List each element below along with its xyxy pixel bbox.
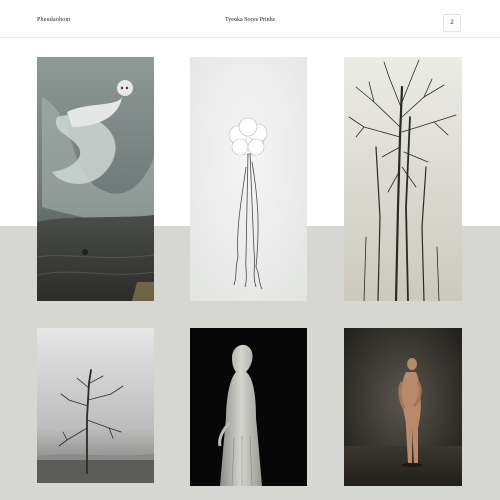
ghost-wave-artwork — [37, 57, 154, 301]
gallery-item-bare-trees[interactable] — [344, 57, 462, 301]
cart-button[interactable]: 2 — [443, 14, 461, 32]
gallery-item-hooded-figure[interactable] — [190, 328, 307, 486]
gallery-item-lone-tree[interactable] — [37, 328, 154, 483]
hooded-figure-artwork — [190, 328, 307, 486]
gallery-item-figure-dark-room[interactable] — [344, 328, 462, 486]
dandelion-artwork — [190, 57, 307, 301]
page-title: Tyeoka Soces Prinhs — [225, 17, 275, 23]
cart-count: 2 — [450, 20, 454, 26]
lone-tree-artwork — [37, 328, 154, 483]
figure-dark-room-artwork — [344, 328, 462, 486]
site-header: Pheudaohom Tyeoka Soces Prinhs 2 — [0, 6, 500, 38]
gallery-item-dandelion[interactable] — [190, 57, 307, 301]
gallery-item-ghost-wave[interactable] — [37, 57, 154, 301]
bare-trees-artwork — [344, 57, 462, 301]
